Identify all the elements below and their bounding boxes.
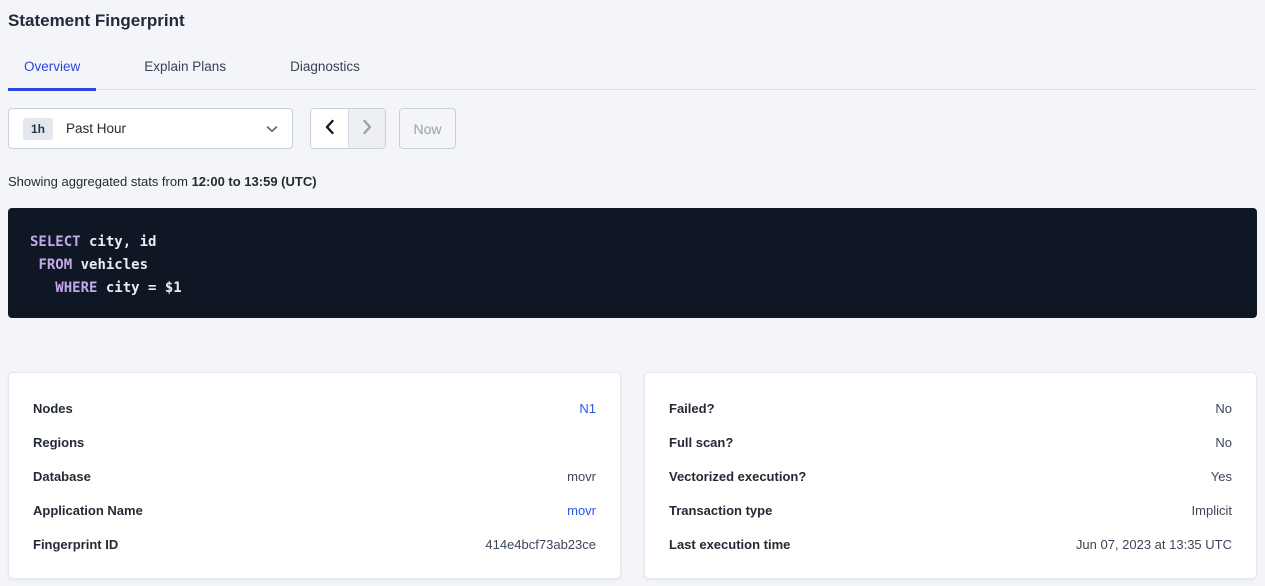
time-controls: 1h Past Hour <box>8 108 1257 149</box>
info-row: Regions <box>33 425 596 459</box>
info-row: Nodes N1 <box>33 391 596 425</box>
info-label: Failed? <box>669 401 715 416</box>
info-label: Fingerprint ID <box>33 537 118 552</box>
statement-fingerprint-page: Statement Fingerprint Overview Explain Pl… <box>0 0 1265 579</box>
info-row: Last execution time Jun 07, 2023 at 13:35… <box>669 527 1232 561</box>
time-window-pager <box>310 108 386 149</box>
info-value: Yes <box>1211 469 1232 484</box>
info-row: Database movr <box>33 459 596 493</box>
sql-statement-box: SELECT city, id FROM vehicles WHERE city… <box>8 208 1257 318</box>
info-row: Failed? No <box>669 391 1232 425</box>
sql-keyword: WHERE <box>55 280 97 296</box>
tab-bar: Overview Explain Plans Diagnostics <box>8 59 1257 90</box>
info-label: Nodes <box>33 401 73 416</box>
sql-text <box>30 280 55 296</box>
chevron-down-icon <box>266 125 278 133</box>
info-value: No <box>1215 401 1232 416</box>
execution-attributes-card: Failed? No Full scan? No Vectorized executio… <box>644 372 1257 579</box>
info-value-link[interactable]: movr <box>567 503 596 518</box>
interval-label: Past Hour <box>66 121 126 136</box>
sql-text: vehicles <box>72 257 148 273</box>
info-label: Regions <box>33 435 84 450</box>
tab-explain-plans[interactable]: Explain Plans <box>128 59 242 91</box>
info-row: Vectorized execution? Yes <box>669 459 1232 493</box>
sql-text: city, id <box>81 234 157 250</box>
interval-badge: 1h <box>23 118 53 140</box>
info-value-link[interactable]: N1 <box>579 401 596 416</box>
info-label: Last execution time <box>669 537 790 552</box>
info-value: movr <box>567 469 596 484</box>
sql-line: SELECT city, id <box>30 231 1237 254</box>
info-label: Database <box>33 469 91 484</box>
statement-details-card: NodesN1RegionsDatabasemovrApplication Na… <box>8 372 621 579</box>
sql-keyword: FROM <box>38 257 72 273</box>
info-row: Full scan? No <box>669 425 1232 459</box>
info-row: Transaction type Implicit <box>669 493 1232 527</box>
now-button[interactable]: Now <box>399 108 456 149</box>
overview-cards: NodesN1RegionsDatabasemovrApplication Na… <box>8 372 1257 579</box>
info-value: No <box>1215 435 1232 450</box>
info-label: Application Name <box>33 503 143 518</box>
sql-line: WHERE city = $1 <box>30 277 1237 300</box>
stats-prefix: Showing aggregated stats from <box>8 174 192 189</box>
tab-diagnostics[interactable]: Diagnostics <box>274 59 376 91</box>
info-value: Implicit <box>1192 503 1232 518</box>
next-window-button[interactable] <box>348 109 385 148</box>
info-row: Application Name movr <box>33 493 596 527</box>
stats-range: 12:00 to 13:59 (UTC) <box>192 174 317 189</box>
chevron-left-icon <box>324 119 335 138</box>
tab-overview[interactable]: Overview <box>8 59 96 91</box>
sql-line: FROM vehicles <box>30 254 1237 277</box>
previous-window-button[interactable] <box>311 109 348 148</box>
aggregated-stats-line: Showing aggregated stats from 12:00 to 1… <box>8 174 1257 189</box>
info-label: Full scan? <box>669 435 733 450</box>
time-interval-dropdown[interactable]: 1h Past Hour <box>8 108 293 149</box>
info-value: 414e4bcf73ab23ce <box>485 537 596 552</box>
info-value: Jun 07, 2023 at 13:35 UTC <box>1076 537 1232 552</box>
info-row: Fingerprint ID 414e4bcf73ab23ce <box>33 527 596 561</box>
info-label: Vectorized execution? <box>669 469 806 484</box>
sql-keyword: SELECT <box>30 234 81 250</box>
page-title: Statement Fingerprint <box>8 0 1257 31</box>
chevron-right-icon <box>362 119 373 138</box>
sql-text: city = $1 <box>97 280 181 296</box>
info-label: Transaction type <box>669 503 772 518</box>
